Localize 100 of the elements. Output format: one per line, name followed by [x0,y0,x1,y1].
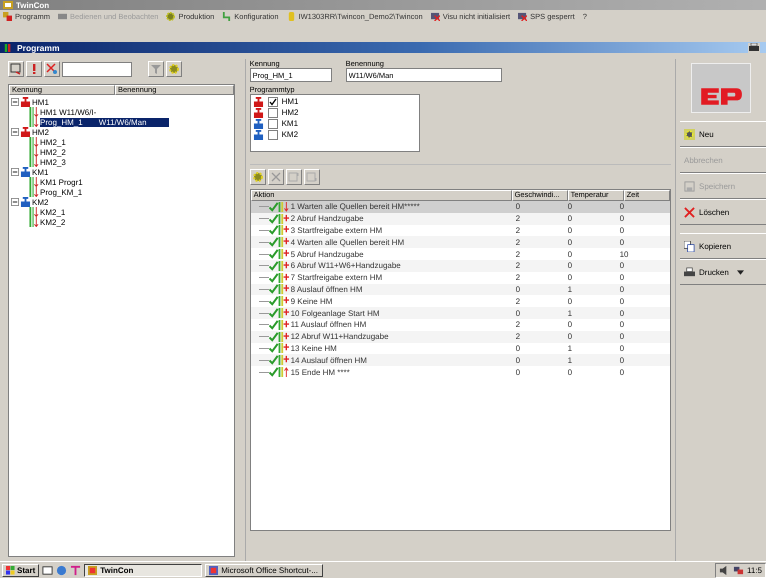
action-button[interactable]: Kopieren [680,233,766,259]
program-icon [29,207,39,217]
caret-icon [736,270,744,274]
table-cell: 8 Auslauf öffnen HM [290,284,362,294]
filter-button[interactable] [148,61,164,77]
tree-item[interactable]: HM1 W11/W6/I- [40,108,100,116]
database-icon [286,12,296,20]
remove-filter-button[interactable] [44,61,60,77]
table-row[interactable]: 6 Abruf W11+W6+Handzugabe 2 0 0 [250,260,670,272]
table-cell-text: 1 [566,308,574,318]
table-cell-text: 2 [514,273,522,282]
table-cell-text: 0 [566,320,574,330]
table-cell: 10 Folgeanlage Start HM [290,308,380,318]
gear-button[interactable] [166,61,182,77]
tree-item[interactable]: HM2_2 [40,148,70,156]
table-cell-text: 0 [618,368,626,377]
table-row[interactable]: 15 Ende HM **** 0 0 0 [250,366,670,378]
taskbar-button[interactable]: TwinCon [84,564,202,576]
table-cell-text: 0 [618,308,626,318]
table-cell-text: 0 [618,356,626,365]
window-icon [10,63,22,75]
table-cell: 13 Keine HM [290,344,337,353]
table-row[interactable]: 12 Abruf W11+Handzugabe 2 0 0 [250,330,670,343]
delete-step-button[interactable] [268,169,284,185]
table-row[interactable]: 2 Abruf Handzugabe 2 0 0 [250,212,670,225]
tree-item[interactable]: HM2_1 [40,138,70,146]
checkbox[interactable] [268,108,278,118]
app-icon [209,566,218,574]
table-row[interactable]: 7 Startfreigabe extern HM 2 0 0 [250,272,670,284]
table-cell-text: 0 [566,250,574,259]
checkbox-label: KM1 [282,119,298,128]
warning-button[interactable] [26,61,42,77]
checkbox[interactable] [268,96,278,106]
desktop-icon[interactable] [42,564,54,576]
table-row[interactable]: 14 Auslauf öffnen HM 0 1 0 [250,354,670,366]
action-button[interactable]: Neu [680,121,766,147]
collapse-icon[interactable] [11,198,19,206]
table-cell-text: 0 [514,356,522,365]
program-icon [29,147,39,157]
table-row[interactable]: 10 Folgeanlage Start HM 0 1 0 [250,307,670,319]
checkbox-label: KM2 [282,130,298,139]
table-row[interactable]: 13 Keine HM 0 1 0 [250,342,670,354]
table-cell-text: 0 [618,226,626,235]
new-step-button[interactable] [250,169,266,185]
tree-item[interactable]: KM2_1 [40,208,70,216]
table-cell: 6 Abruf W11+W6+Handzugabe [290,261,401,270]
filter-field[interactable] [62,62,132,76]
action-button[interactable]: Löschen [680,199,766,225]
table-cell-text: 2 [514,332,522,342]
table-row[interactable]: 1 Warten alle Quellen bereit HM***** 0 0 0 [250,201,670,213]
tree-group[interactable]: KM1 [32,168,48,176]
checkbox[interactable] [268,118,278,128]
checkbox[interactable] [268,130,278,140]
disabled-screen-icon [518,12,528,20]
tree-item[interactable]: Prog_KM_1 [40,188,86,196]
collapse-icon[interactable] [11,168,19,176]
table-cell: 9 Keine HM [290,296,332,306]
move-up-button[interactable] [286,169,302,185]
tree-group[interactable]: HM2 [32,128,49,136]
tree-item[interactable]: KM1 Progr1 [40,178,87,186]
t-icon[interactable] [70,564,82,576]
table-row[interactable]: 4 Warten alle Quellen bereit HM 2 0 0 [250,236,670,248]
move-down-button[interactable] [304,169,320,185]
table-cell-text: 1 [566,284,574,294]
collapse-icon[interactable] [11,128,19,136]
network-icon[interactable] [733,564,744,576]
tree-item[interactable]: KM2_2 [40,218,70,226]
gear-icon [168,63,180,75]
copy-icon [684,240,695,252]
table-cell-text: 2 [514,261,522,270]
taskbar-button[interactable]: Microsoft Office Shortcut-... [205,564,324,576]
tree-group[interactable]: KM2 [32,198,48,206]
table-row[interactable]: 11 Auslauf öffnen HM 2 0 0 [250,318,670,331]
table-cell-text: 2 [514,250,522,259]
tree-group[interactable]: HM1 [32,98,49,106]
table-cell-text: 0 [566,296,574,306]
table-cell-text: 2 [514,214,522,224]
table-cell-text: 0 [514,368,522,377]
checkbox-label: HM2 [282,108,298,117]
collapse-icon[interactable] [11,98,19,106]
gear-icon [252,171,264,183]
new-program-button[interactable] [8,61,24,77]
start-button[interactable]: Start [2,564,40,576]
tree-item[interactable]: Prog_HM_1 W11/W6/Man [40,118,169,126]
tree-item[interactable]: HM2_3 [40,158,70,166]
table-row[interactable]: 5 Abruf Handzugabe 2 0 10 [250,248,670,260]
plug-icon [222,12,232,20]
printer-icon[interactable] [748,42,760,52]
table-row[interactable]: 3 Startfreigabe extern HM 2 0 0 [250,224,670,236]
table-cell: 3 Startfreigabe extern HM [290,226,382,235]
program-icon [29,157,39,167]
frame-icon [306,171,318,183]
table-cell-text: 0 [618,214,626,224]
delete-icon [684,206,695,218]
table-row[interactable]: 8 Auslauf öffnen HM 0 1 0 [250,284,670,296]
action-button[interactable]: Drucken [680,259,766,285]
app-icon [3,1,13,9]
program-icon [29,107,39,117]
table-row[interactable]: 9 Keine HM 2 0 0 [250,295,670,308]
table-cell-text: 0 [566,261,574,270]
